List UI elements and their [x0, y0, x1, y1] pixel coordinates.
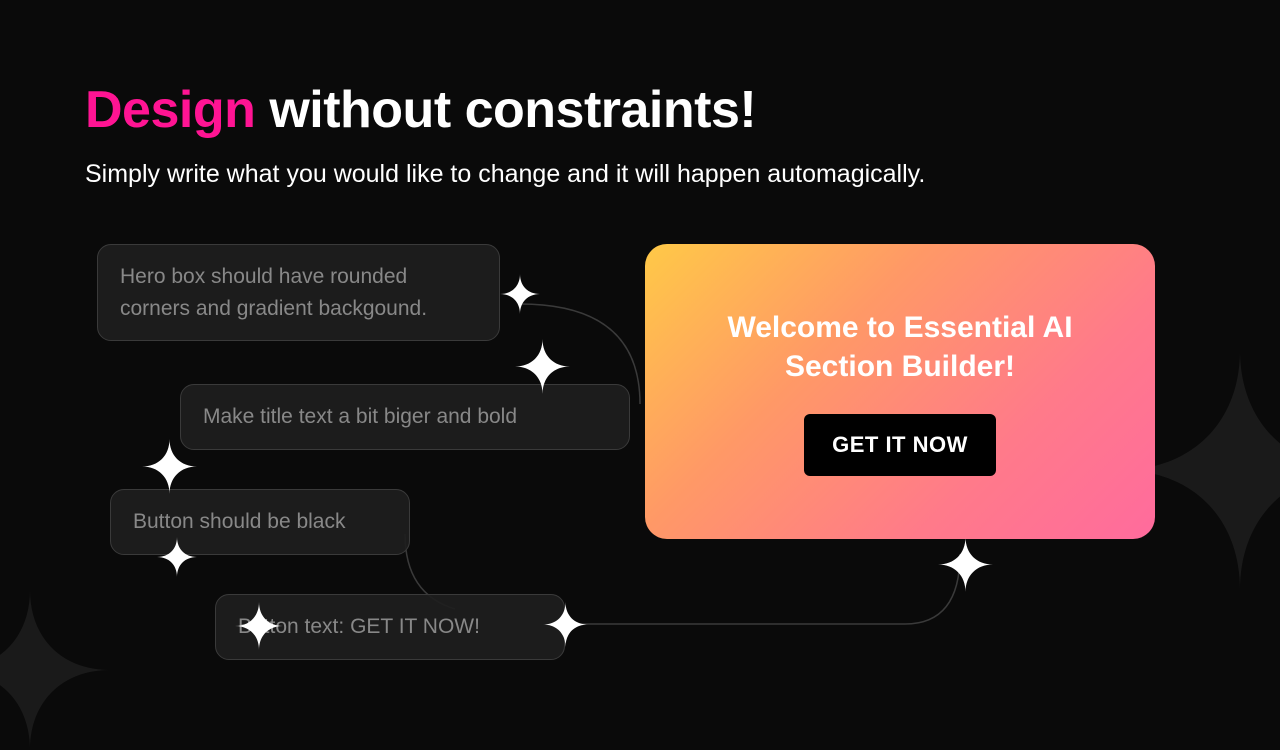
prompt-text: Hero box should have rounded corners and… — [120, 265, 427, 320]
headline: Design without constraints! — [85, 80, 1195, 140]
sparkle-icon — [235, 602, 283, 650]
sparkle-icon — [142, 439, 197, 494]
sparkle-icon — [515, 339, 570, 394]
prompt-text: Button should be black — [133, 510, 345, 533]
sparkle-icon — [938, 537, 993, 592]
preview-title: Welcome to Essential AI Section Builder! — [675, 308, 1125, 386]
content-area: Hero box should have rounded corners and… — [85, 244, 1195, 694]
headline-rest: without constraints! — [255, 81, 756, 139]
preview-card: Welcome to Essential AI Section Builder!… — [645, 244, 1155, 539]
prompt-box-1: Hero box should have rounded corners and… — [97, 244, 500, 341]
get-it-now-button[interactable]: GET IT NOW — [804, 414, 996, 476]
sparkle-icon — [500, 274, 540, 314]
sparkle-icon — [157, 537, 197, 577]
prompt-box-3: Button should be black — [110, 489, 410, 555]
sparkle-icon — [543, 602, 588, 647]
connector-line — [565, 544, 965, 634]
subtitle: Simply write what you would like to chan… — [85, 160, 1195, 189]
prompt-text: Make title text a bit biger and bold — [203, 405, 517, 428]
headline-accent: Design — [85, 81, 255, 139]
